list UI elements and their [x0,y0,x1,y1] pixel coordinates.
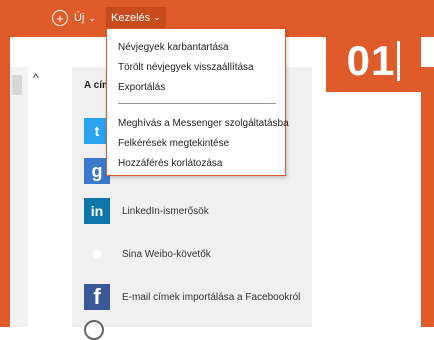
facebook-icon: f [84,284,110,310]
source-label: E-mail címek importálása a Facebookról [122,291,301,303]
slide-number-badge: 01 [326,30,421,92]
source-linkedin[interactable]: in LinkedIn-ismerősök [84,198,209,224]
menu-item-restrict-access[interactable]: Hozzáférés korlátozása [118,158,223,169]
plus-circle-icon: + [52,10,68,26]
source-label: LinkedIn-ismerősök [122,205,209,217]
right-area [312,67,434,327]
manage-dropdown-menu: Névjegyek karbantartása Törölt névjegyek… [106,28,289,176]
chevron-up-icon[interactable]: ^ [33,71,39,85]
menu-item-invite-messenger[interactable]: Meghívás a Messenger szolgáltatásba [118,118,289,129]
chevron-down-icon: ⌄ [153,12,161,22]
circle-icon [84,320,104,340]
source-partial[interactable] [84,320,104,340]
left-panel [10,67,28,327]
left-accent-strip [0,35,10,327]
menu-item-restore-deleted[interactable]: Törölt névjegyek visszaállítása [118,62,254,73]
new-button[interactable]: + Új ⌄ [52,10,96,26]
right-accent-bar [421,67,434,327]
chevron-down-icon: ⌄ [88,12,96,23]
menu-item-export[interactable]: Exportálás [118,82,165,93]
new-button-label: Új [74,12,85,24]
weibo-icon: ● [90,242,104,265]
text-cursor [397,41,401,81]
scroll-thumb[interactable] [12,75,22,95]
linkedin-icon: in [84,198,110,224]
menu-item-maintain-contacts[interactable]: Névjegyek karbantartása [118,42,229,53]
source-weibo[interactable]: ● Sina Weibo-követők [84,241,211,267]
menu-item-view-requests[interactable]: Felkérések megtekintése [118,138,229,149]
manage-button[interactable]: Kezelés ⌄ [106,7,166,28]
source-facebook[interactable]: f E-mail címek importálása a Facebookról [84,284,300,310]
manage-button-label: Kezelés [111,11,151,24]
menu-separator [118,103,276,104]
source-label: Sina Weibo-követők [122,248,211,260]
slide-number-text: 01 [346,37,396,84]
